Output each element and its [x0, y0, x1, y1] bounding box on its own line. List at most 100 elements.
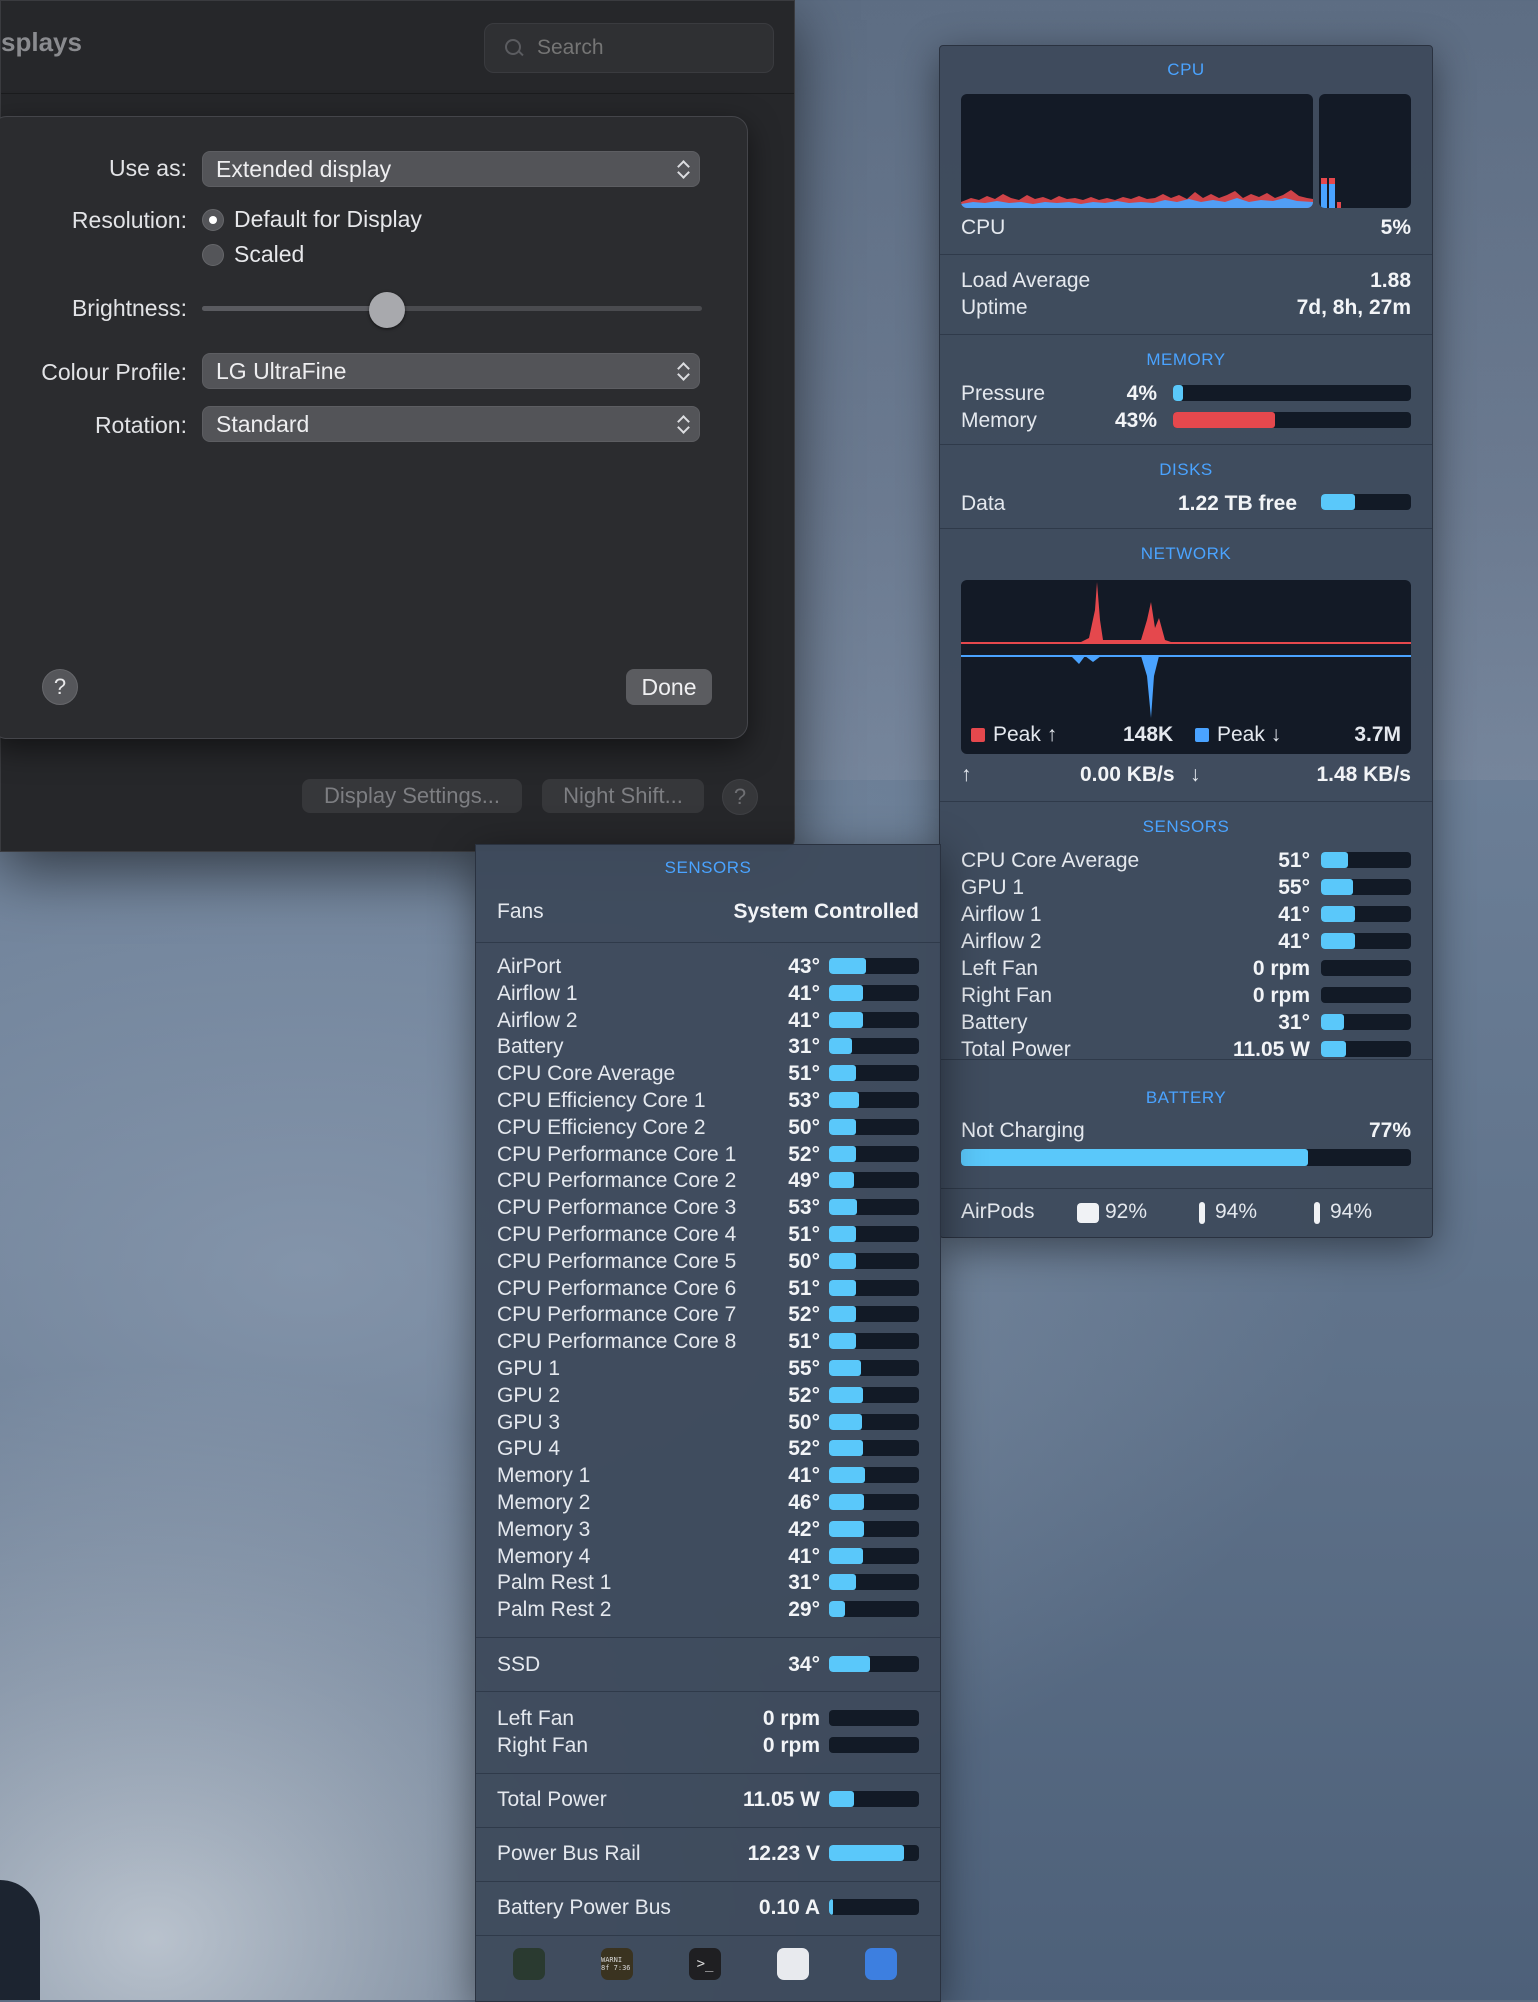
brightness-slider-track[interactable]: [202, 306, 702, 311]
sensor-level-fill: [1321, 1014, 1344, 1030]
sensor-level-bar: [1321, 906, 1411, 922]
sensor-label: GPU 3: [497, 1410, 561, 1434]
sensor-level-fill: [1173, 412, 1276, 428]
brightness-slider-knob[interactable]: [369, 292, 405, 328]
search-field[interactable]: [484, 23, 774, 73]
cpu-history-graph: [961, 94, 1313, 208]
sensor-value: 50°: [788, 1410, 820, 1434]
use-as-popup[interactable]: Extended display: [202, 151, 700, 187]
console-icon[interactable]: WARNI 8f 7:36: [601, 1948, 633, 1980]
rotation-label: Rotation:: [94, 412, 187, 438]
sensor-level-fill: [829, 1791, 855, 1807]
airpods-right-icon: [1314, 1202, 1320, 1224]
activity-monitor-icon[interactable]: [513, 1948, 545, 1980]
sensor-level-fill: [829, 1226, 856, 1242]
sensor-level-bar: [829, 1279, 919, 1296]
sensor-level-bar: [829, 1252, 919, 1269]
battery-percent-value: 77%: [1368, 1119, 1411, 1142]
sensor-value: 43%: [1114, 409, 1157, 432]
sensor-label: Battery: [961, 1011, 1028, 1034]
sensor-label: CPU Performance Core 2: [497, 1169, 737, 1193]
sensor-value: 12.23 V: [747, 1842, 820, 1865]
sensor-level-bar: [1321, 879, 1411, 895]
sensor-value: 41°: [1278, 930, 1310, 953]
printer-icon[interactable]: [777, 1948, 809, 1980]
colour-profile-popup[interactable]: LG UltraFine: [202, 353, 700, 389]
sensor-level-fill: [829, 1386, 864, 1403]
sheet-help-button[interactable]: ?: [42, 669, 78, 705]
sensor-label: Pressure: [961, 382, 1046, 405]
sensor-label: Battery: [497, 1035, 564, 1059]
sensor-level-fill: [829, 1199, 857, 1216]
sensor-level-fill: [1321, 879, 1353, 895]
sensor-level-fill: [829, 1547, 864, 1564]
sensor-level-bar: [1321, 852, 1411, 868]
sensor-label: SSD: [497, 1653, 541, 1676]
peak-up-legend-swatch: [971, 728, 985, 742]
sensor-label: CPU Efficiency Core 1: [497, 1089, 706, 1112]
window-help-button[interactable]: ?: [722, 779, 758, 815]
section-divider: [940, 334, 1432, 335]
sensor-value: 41°: [788, 981, 820, 1005]
sensor-label: Left Fan: [961, 957, 1039, 980]
sensor-label: GPU 1: [497, 1357, 561, 1380]
fans-mode-value[interactable]: System Controlled: [733, 900, 919, 924]
sensor-label: GPU 1: [961, 876, 1025, 899]
brightness-label: Brightness:: [71, 295, 187, 321]
sensor-level-bar: [829, 1710, 919, 1726]
rotation-popup[interactable]: Standard: [202, 406, 700, 442]
sensor-level-bar: [1173, 412, 1411, 428]
sensor-level-bar: [829, 1386, 919, 1403]
terminal-icon[interactable]: >_: [689, 1948, 721, 1980]
sensor-value: 43°: [788, 955, 820, 978]
sensor-level-bar: [829, 1038, 919, 1055]
sensor-level-fill: [829, 1440, 864, 1457]
sensor-label: CPU Performance Core 3: [497, 1196, 737, 1220]
sensor-value: 41°: [788, 1544, 820, 1568]
sensor-level-fill: [829, 1252, 856, 1269]
sensor-label: CPU Performance Core 1: [497, 1142, 737, 1166]
sensor-level-bar: [829, 1845, 919, 1861]
sensor-level-bar: [829, 1899, 919, 1915]
sensor-label: Palm Rest 1: [497, 1571, 612, 1595]
sensor-level-fill: [829, 1038, 852, 1055]
radio-label: Default for Display: [234, 206, 422, 232]
done-button[interactable]: Done: [626, 669, 712, 705]
sensors-detail-title: SENSORS: [664, 858, 752, 877]
upload-arrow-icon: ↑: [961, 763, 972, 786]
sensor-value: 53°: [788, 1196, 820, 1220]
sensor-level-fill: [829, 984, 864, 1001]
sensor-value: 52°: [788, 1437, 820, 1461]
section-divider: [476, 1881, 940, 1882]
sensor-value: 41°: [788, 1008, 820, 1032]
sensor-level-fill: [829, 1656, 870, 1672]
section-divider: [476, 1637, 940, 1638]
display-settings-button[interactable]: Display Settings...: [302, 779, 522, 813]
sensor-label: Palm Rest 2: [497, 1598, 612, 1622]
sensor-label: GPU 2: [497, 1383, 561, 1407]
section-divider: [476, 1773, 940, 1774]
safari-icon[interactable]: [865, 1948, 897, 1980]
sensor-label: AirPort: [497, 955, 562, 978]
cpu-core-graph: [1319, 94, 1411, 208]
sensor-value: 50°: [788, 1249, 820, 1273]
sensor-label: Right Fan: [961, 984, 1053, 1007]
resolution-scaled-radio[interactable]: Scaled: [202, 241, 304, 268]
sensor-level-bar: [829, 1333, 919, 1350]
night-shift-button[interactable]: Night Shift...: [542, 779, 704, 813]
sensor-level-bar: [829, 1199, 919, 1216]
colour-profile-label: Colour Profile:: [41, 359, 187, 385]
search-input[interactable]: [535, 35, 739, 61]
resolution-default-radio[interactable]: Default for Display: [202, 206, 422, 233]
sensor-label: Memory 1: [497, 1464, 591, 1488]
sensor-level-fill: [829, 1494, 865, 1510]
sensor-value: 51°: [1278, 849, 1310, 872]
sensor-level-bar: [829, 984, 919, 1001]
peak-down-legend-swatch: [1195, 728, 1209, 742]
airpods-right-value: 94%: [1330, 1200, 1373, 1223]
network-section-title: NETWORK: [1140, 544, 1232, 563]
window-title: splays: [1, 27, 82, 57]
sensor-level-fill: [829, 958, 866, 974]
load-average-label: Load Average: [961, 269, 1091, 292]
sensor-level-fill: [829, 1413, 863, 1430]
